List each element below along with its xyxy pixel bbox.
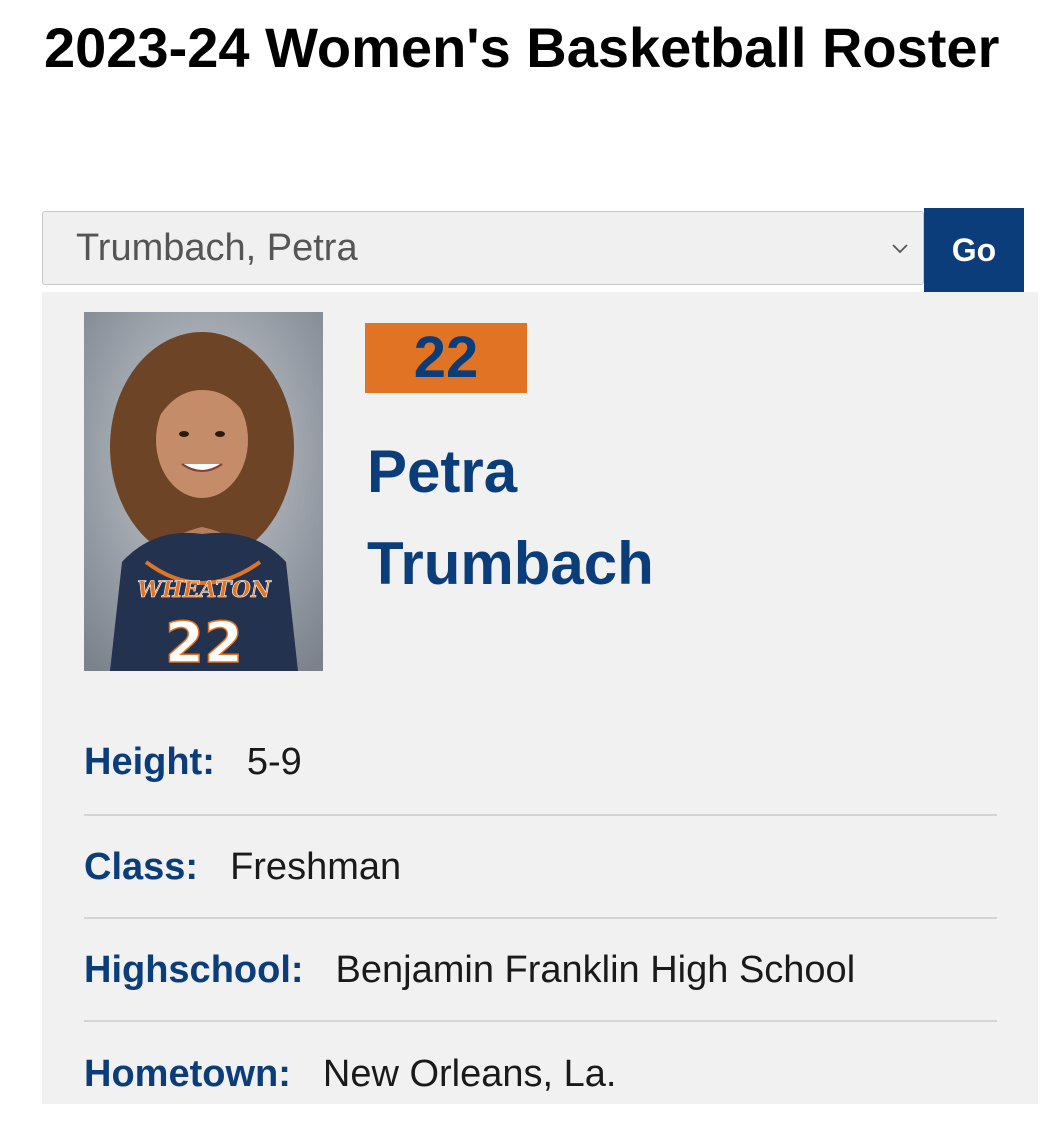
height-value: 5-9 xyxy=(246,740,302,783)
detail-row-hometown: Hometown: New Orleans, La. xyxy=(84,1022,997,1125)
selected-player-text: Trumbach, Petra xyxy=(76,227,358,269)
player-profile-card: WHEATON 22 22 Petra Trumbach Height: 5-9… xyxy=(42,292,1038,1104)
go-button[interactable]: Go xyxy=(924,208,1024,292)
player-select-dropdown[interactable]: Trumbach, Petra xyxy=(42,211,924,285)
page-title: 2023-24 Women's Basketball Roster xyxy=(44,16,1000,79)
highschool-label: Highschool: xyxy=(84,949,304,991)
detail-row-height: Height: 5-9 xyxy=(84,712,997,816)
jersey-number-badge: 22 xyxy=(365,323,527,393)
player-selector-row: Trumbach, Petra Go xyxy=(42,208,1024,292)
height-label: Height: xyxy=(84,740,215,783)
class-value: Freshman xyxy=(230,846,402,888)
hometown-label: Hometown: xyxy=(84,1053,291,1095)
chevron-down-icon xyxy=(892,244,908,254)
jersey-number-graphic: 22 xyxy=(165,611,243,671)
detail-row-class: Class: Freshman xyxy=(84,816,997,919)
hometown-value: New Orleans, La. xyxy=(322,1053,617,1095)
class-label: Class: xyxy=(84,846,199,888)
detail-row-highschool: Highschool: Benjamin Franklin High Schoo… xyxy=(84,919,997,1022)
highschool-value: Benjamin Franklin High School xyxy=(335,949,856,991)
player-first-name: Petra xyxy=(367,438,518,505)
jersey-text: WHEATON xyxy=(137,577,272,603)
player-details-list: Height: 5-9 Class: Freshman Highschool: … xyxy=(84,712,997,1125)
player-last-name: Trumbach xyxy=(367,530,654,597)
player-headshot: WHEATON 22 xyxy=(84,312,323,671)
